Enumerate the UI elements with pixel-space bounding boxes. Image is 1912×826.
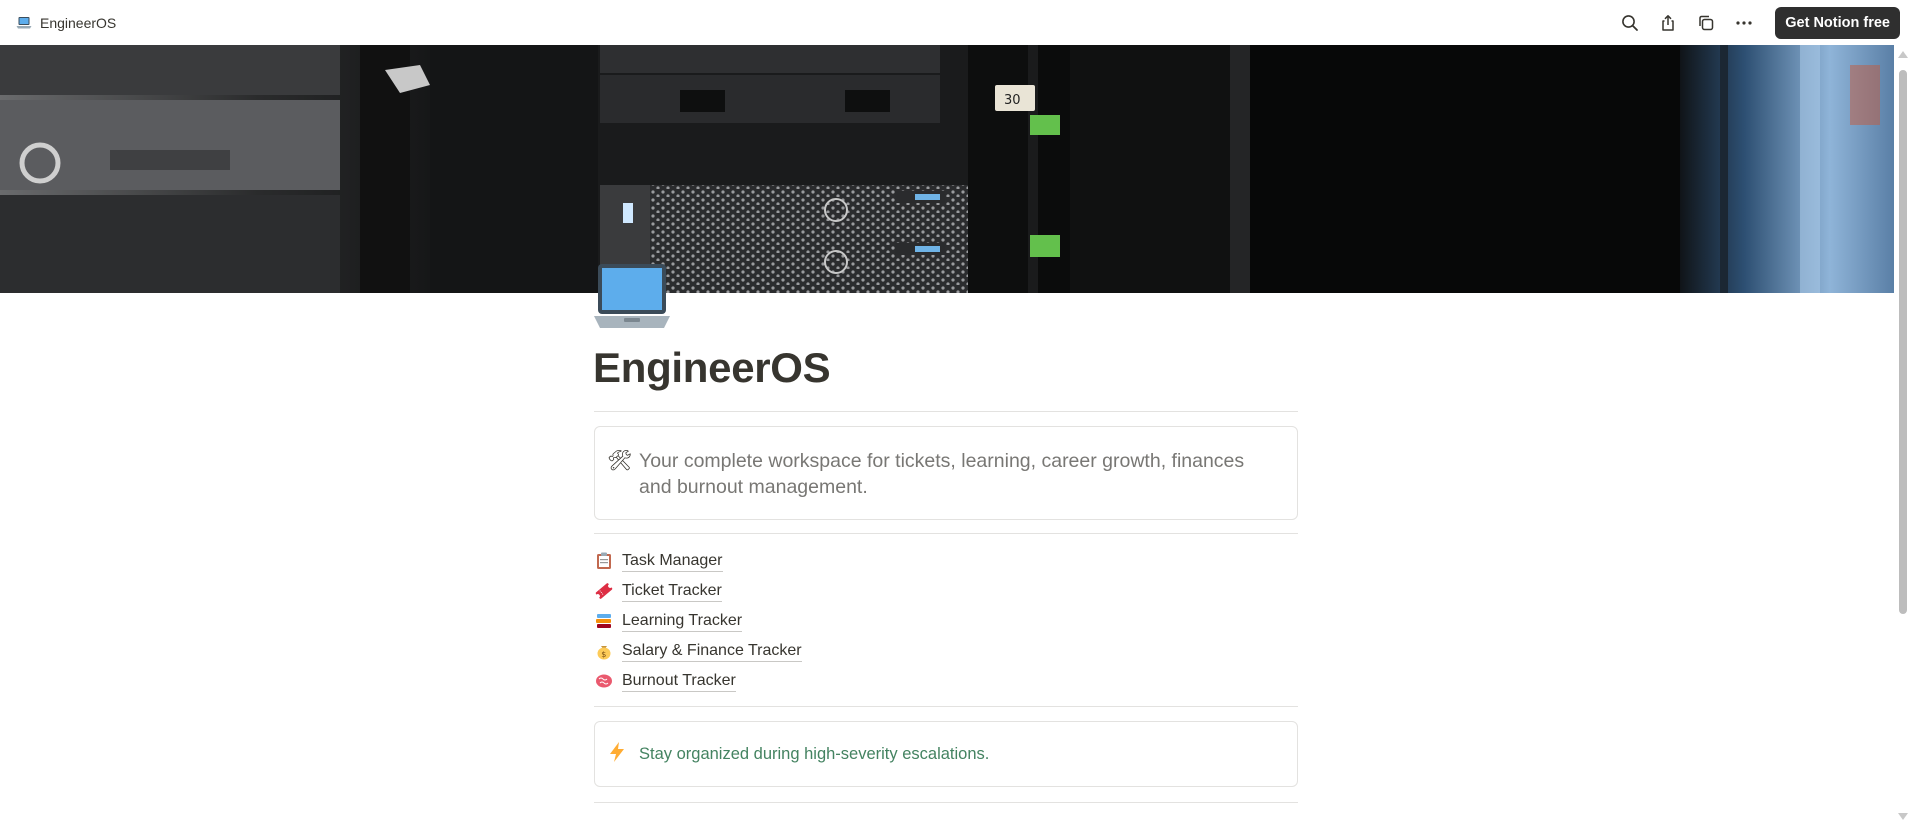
divider xyxy=(594,533,1298,534)
duplicate-icon xyxy=(1699,15,1714,30)
link-label: Ticket Tracker xyxy=(622,581,722,602)
topbar-actions: Get Notion free xyxy=(1611,0,1900,45)
intro-callout: 🛠 Your complete workspace for tickets, l… xyxy=(594,426,1298,520)
svg-text:$: $ xyxy=(601,650,606,659)
search-button[interactable] xyxy=(1611,8,1649,38)
more-button[interactable] xyxy=(1725,8,1763,38)
clipboard-icon xyxy=(594,551,614,571)
more-horizontal-icon xyxy=(1736,20,1752,25)
scroll-thumb[interactable] xyxy=(1899,70,1907,614)
breadcrumb-title: EngineerOS xyxy=(40,14,117,31)
books-icon xyxy=(594,611,614,631)
cover-image: 30 xyxy=(0,45,1894,293)
laptop-icon xyxy=(16,16,32,28)
brain-icon xyxy=(594,671,614,691)
tip-callout-text: Stay organized during high-severity esca… xyxy=(639,745,990,763)
breadcrumb[interactable]: EngineerOS xyxy=(16,0,116,45)
get-notion-free-button[interactable]: Get Notion free xyxy=(1775,6,1900,39)
divider xyxy=(594,411,1298,412)
page-links: Task Manager Ticket Tracker Learning Tra… xyxy=(594,546,994,696)
link-label: Burnout Tracker xyxy=(622,671,736,692)
divider xyxy=(594,802,1298,803)
link-ticket-tracker[interactable]: Ticket Tracker xyxy=(594,576,994,606)
search-icon xyxy=(1622,14,1639,31)
ticket-icon xyxy=(594,581,614,601)
server-rack-photo: 30 xyxy=(0,45,1894,293)
top-bar: EngineerOS Get Notion free xyxy=(0,0,1912,45)
scroll-down-arrow[interactable] xyxy=(1898,813,1908,820)
laptop-icon[interactable] xyxy=(592,262,672,332)
link-burnout-tracker[interactable]: Burnout Tracker xyxy=(594,666,994,696)
tip-callout: Stay organized during high-severity esca… xyxy=(594,721,1298,787)
link-label: Salary & Finance Tracker xyxy=(622,641,802,662)
share-button[interactable] xyxy=(1649,8,1687,38)
share-icon xyxy=(1662,14,1675,31)
hammer-and-wrench-icon: 🛠 xyxy=(607,450,633,472)
link-label: Task Manager xyxy=(622,551,723,572)
scrollbar[interactable] xyxy=(1894,45,1912,826)
link-task-manager[interactable]: Task Manager xyxy=(594,546,994,576)
link-label: Learning Tracker xyxy=(622,611,743,632)
divider xyxy=(594,706,1298,707)
rack-label: 30 xyxy=(1004,93,1021,108)
duplicate-button[interactable] xyxy=(1687,8,1725,38)
lightning-icon xyxy=(607,741,627,770)
link-learning-tracker[interactable]: Learning Tracker xyxy=(594,606,994,636)
intro-callout-text: Your complete workspace for tickets, lea… xyxy=(639,450,1245,498)
page-title[interactable]: EngineerOS xyxy=(593,340,831,396)
money-bag-icon: $ xyxy=(594,641,614,661)
link-salary-finance-tracker[interactable]: $ Salary & Finance Tracker xyxy=(594,636,994,666)
scroll-up-arrow[interactable] xyxy=(1898,51,1908,58)
